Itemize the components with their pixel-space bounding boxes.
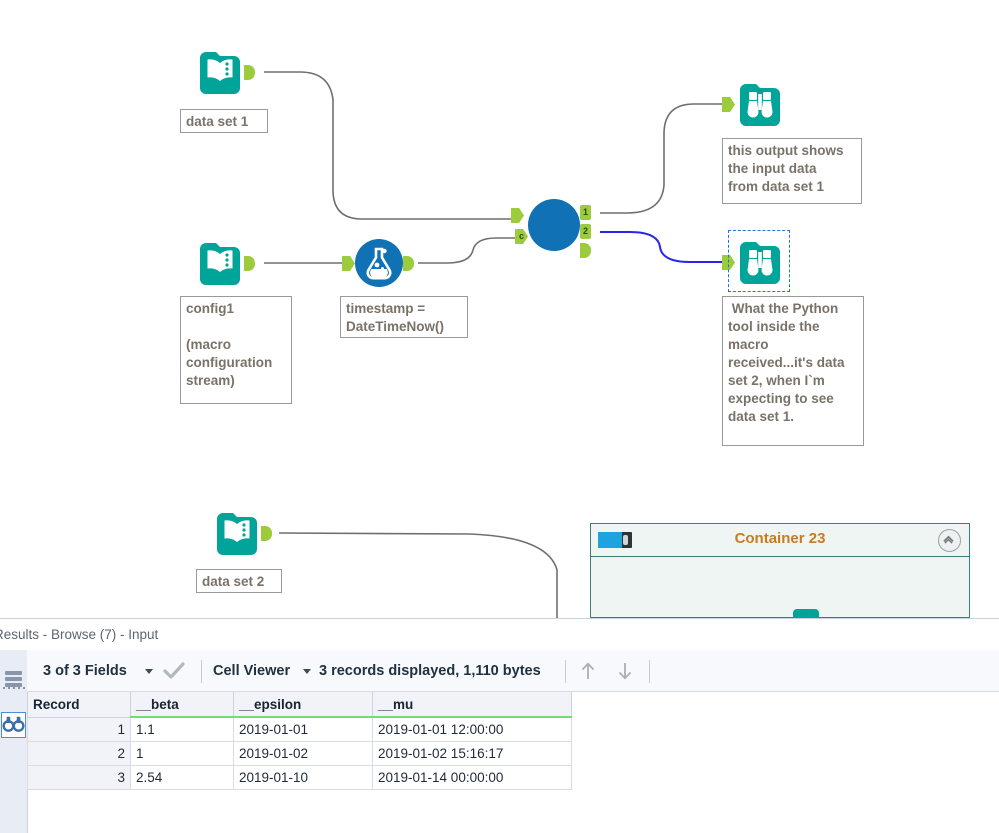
cell-epsilon: 2019-01-10 — [233, 765, 373, 790]
output-anchor[interactable] — [244, 256, 255, 271]
input-anchor[interactable] — [722, 97, 735, 112]
results-panel: Results - Browse (7) - Input 3 of 3 Fiel… — [0, 618, 999, 833]
macro-output-anchor-1[interactable]: 1 — [580, 205, 591, 220]
column-header-mu[interactable]: __mu — [372, 692, 572, 718]
table-row[interactable]: 2 1 2019-01-02 2019-01-02 15:16:17 — [27, 741, 572, 766]
checkmark-icon[interactable] — [163, 662, 185, 680]
cell-viewer-label[interactable]: Cell Viewer — [213, 650, 290, 692]
cell-epsilon: 2019-01-02 — [233, 741, 373, 766]
collapse-chevron-icon[interactable] — [938, 529, 961, 552]
tool-input-data-set-1[interactable] — [196, 48, 255, 96]
results-panel-title: Results - Browse (7) - Input — [0, 619, 999, 650]
macro-input-anchor-config[interactable]: c — [515, 229, 528, 244]
browse-binoculars-icon[interactable] — [1, 712, 26, 738]
cell-mu: 2019-01-02 15:16:17 — [372, 741, 572, 766]
cell-mu: 2019-01-01 12:00:00 — [372, 717, 572, 742]
formula-flask-icon — [355, 239, 403, 287]
workflow-canvas[interactable]: data set 1 config1 (macro configuration … — [0, 0, 999, 618]
macro-circle-icon — [528, 199, 580, 251]
cell-beta: 2.54 — [130, 765, 234, 790]
arrow-up-icon[interactable] — [578, 661, 598, 681]
cell-record: 1 — [27, 717, 131, 742]
column-header-epsilon[interactable]: __epsilon — [233, 692, 373, 718]
results-table: Record __beta __epsilon __mu 1 1.1 2019-… — [27, 692, 572, 790]
annotation-browse-top: this output shows the input data from da… — [722, 138, 862, 204]
results-toolbar: 3 of 3 Fields Cell Viewer 3 records disp… — [27, 650, 999, 692]
messages-list-icon[interactable] — [1, 666, 26, 692]
input-anchor[interactable] — [342, 256, 355, 271]
tool-browse-top[interactable] — [722, 80, 784, 128]
output-anchor[interactable] — [244, 65, 255, 80]
chevron-down-icon[interactable] — [303, 669, 311, 674]
arrow-down-icon[interactable] — [615, 661, 635, 681]
container-title: Container 23 — [734, 530, 826, 547]
macro-output-anchor-2[interactable]: 2 — [580, 224, 591, 239]
container-body[interactable] — [591, 557, 969, 618]
tool-input-config1[interactable] — [196, 239, 255, 287]
table-header-row: Record __beta __epsilon __mu — [27, 692, 572, 718]
contained-tool-partial[interactable] — [793, 609, 819, 618]
input-anchor[interactable] — [722, 255, 735, 270]
cell-record: 2 — [27, 741, 131, 766]
input-data-icon — [217, 513, 257, 555]
cell-epsilon: 2019-01-01 — [233, 717, 373, 742]
column-header-record[interactable]: Record — [27, 692, 131, 718]
table-row[interactable]: 3 2.54 2019-01-10 2019-01-14 00:00:00 — [27, 765, 572, 790]
tool-macro[interactable]: c 1 2 — [511, 199, 591, 258]
tool-formula-timestamp[interactable] — [342, 239, 414, 287]
cell-beta: 1.1 — [130, 717, 234, 742]
output-anchor[interactable] — [261, 526, 272, 541]
browse-binoculars-icon — [740, 84, 780, 126]
table-row[interactable]: 1 1.1 2019-01-01 2019-01-01 12:00:00 — [27, 717, 572, 742]
input-data-icon — [200, 52, 240, 94]
results-data-grid[interactable]: Record __beta __epsilon __mu 1 1.1 2019-… — [27, 692, 572, 790]
annotation-data-set-2: data set 2 — [196, 569, 282, 593]
annotation-browse-bottom: What the Python tool inside the macro re… — [722, 296, 864, 446]
cell-beta: 1 — [130, 741, 234, 766]
tool-browse-bottom[interactable] — [722, 230, 790, 292]
annotation-config1: config1 (macro configuration stream) — [180, 296, 292, 404]
alteryx-designer-window: data set 1 config1 (macro configuration … — [0, 0, 999, 833]
cell-record: 3 — [27, 765, 131, 790]
tool-input-data-set-2[interactable] — [213, 509, 272, 557]
record-count-label: 3 records displayed, 1,110 bytes — [319, 663, 541, 679]
macro-output-anchor-3[interactable] — [580, 243, 591, 258]
input-data-icon — [200, 243, 240, 285]
annotation-data-set-1: data set 1 — [180, 109, 268, 133]
tool-container[interactable]: Container 23 — [590, 523, 970, 618]
output-anchor[interactable] — [403, 256, 414, 271]
column-header-beta[interactable]: __beta — [130, 692, 234, 718]
macro-input-anchor-1[interactable] — [511, 208, 524, 223]
browse-binoculars-icon — [740, 242, 780, 284]
annotation-formula: timestamp = DateTimeNow() — [340, 296, 468, 338]
chevron-down-icon[interactable] — [145, 669, 153, 674]
results-title-text: Results - Browse (7) - Input — [0, 627, 159, 642]
cell-mu: 2019-01-14 00:00:00 — [372, 765, 572, 790]
results-rail — [0, 650, 28, 833]
container-header[interactable]: Container 23 — [591, 524, 969, 557]
fields-selector-label[interactable]: 3 of 3 Fields — [43, 650, 127, 692]
